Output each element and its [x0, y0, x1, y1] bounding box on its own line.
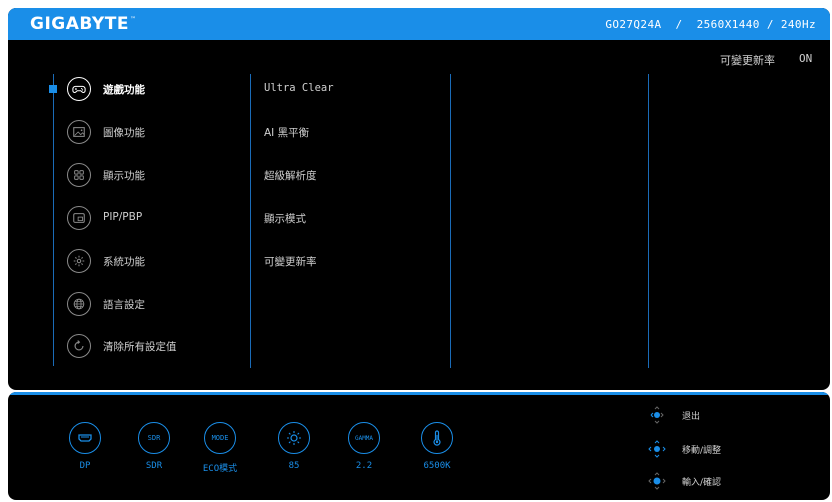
nav-item-gaming[interactable]: 遊戲功能: [49, 75, 243, 103]
joystick-press-icon: [648, 472, 666, 490]
gamma-icon: GAMMA: [348, 422, 380, 454]
vrr-status-label: 可變更新率: [720, 54, 775, 67]
status-color-temperature: 6500K: [407, 422, 467, 471]
status-brightness-value: 85: [288, 461, 300, 471]
globe-icon: [67, 292, 91, 316]
joystick-left-icon: [650, 406, 664, 424]
nav-item-language[interactable]: 語言設定: [53, 290, 243, 318]
joystick-move-icon: [648, 440, 666, 458]
hint-move-adjust: 移動/調整: [648, 440, 818, 458]
status-mode-value: ECO模式: [202, 464, 238, 474]
mode-icon: MODE: [204, 422, 236, 454]
header-bar: GIGABYTE™ GO27Q24A / 2560X1440 / 240Hz: [8, 8, 830, 40]
submenu-item-super-resolution[interactable]: 超級解析度: [264, 168, 317, 183]
submenu-item-display-mode[interactable]: 顯示模式: [264, 211, 306, 226]
osd-main-panel: GIGABYTE™ GO27Q24A / 2560X1440 / 240Hz 可…: [8, 8, 830, 390]
status-sdr-value: SDR: [145, 461, 163, 471]
nav-item-label: 系統功能: [103, 256, 145, 268]
status-panel: DP SDR SDR MODE ECO模式 85 GAMMA 2.2 6500K…: [8, 392, 830, 500]
submenu-item-ai-black-equalizer[interactable]: AI 黑平衡: [264, 125, 309, 140]
brightness-icon: [278, 422, 310, 454]
nav-item-system[interactable]: 系統功能: [53, 247, 243, 275]
active-indicator: [49, 85, 57, 93]
nav-item-label: 清除所有設定值: [103, 341, 177, 353]
column-divider: [450, 74, 451, 368]
nav-item-label: 語言設定: [103, 299, 145, 311]
gear-icon: [67, 249, 91, 273]
nav-item-display[interactable]: 顯示功能: [53, 161, 243, 189]
status-input-value: DP: [79, 461, 91, 471]
status-accent-line: [8, 392, 830, 395]
hdmi-input-icon: [69, 422, 101, 454]
sdr-icon: SDR: [138, 422, 170, 454]
nav-item-picture[interactable]: 圖像功能: [53, 118, 243, 146]
hint-exit: 退出: [648, 406, 818, 424]
status-sdr: SDR SDR: [124, 422, 184, 471]
hint-label: 移動/調整: [682, 446, 722, 456]
nav-item-label: 顯示功能: [103, 170, 145, 182]
hint-label: 輸入/確認: [682, 478, 722, 488]
brand-logo: GIGABYTE™: [30, 14, 137, 34]
column-divider: [648, 74, 649, 368]
status-gamma: GAMMA 2.2: [334, 422, 394, 471]
column-divider: [250, 74, 251, 368]
display-grid-icon: [67, 163, 91, 187]
submenu-item-ultra-clear[interactable]: Ultra Clear: [264, 82, 334, 94]
status-color-temperature-value: 6500K: [423, 461, 451, 471]
nav-item-label: 遊戲功能: [103, 84, 145, 96]
status-mode: MODE ECO模式: [190, 422, 250, 474]
model-info: GO27Q24A / 2560X1440 / 240Hz: [605, 18, 816, 31]
nav-item-label: 圖像功能: [103, 127, 145, 139]
status-gamma-value: 2.2: [355, 461, 373, 471]
hint-label: 退出: [682, 412, 701, 422]
pip-icon: [67, 206, 91, 230]
nav-item-label: PIP/PBP: [103, 211, 143, 223]
nav-item-pip-pbp[interactable]: PIP/PBP: [53, 204, 243, 232]
submenu-item-adaptive-sync[interactable]: 可變更新率: [264, 254, 317, 269]
hint-enter-confirm: 輸入/確認: [648, 472, 818, 490]
status-input: DP: [55, 422, 115, 471]
picture-icon: [67, 120, 91, 144]
status-brightness: 85: [264, 422, 324, 471]
vrr-status-value: ON: [799, 52, 813, 65]
gamepad-icon: [67, 77, 91, 101]
thermometer-icon: [421, 422, 453, 454]
nav-item-reset[interactable]: 清除所有設定值: [53, 332, 243, 360]
reset-icon: [67, 334, 91, 358]
